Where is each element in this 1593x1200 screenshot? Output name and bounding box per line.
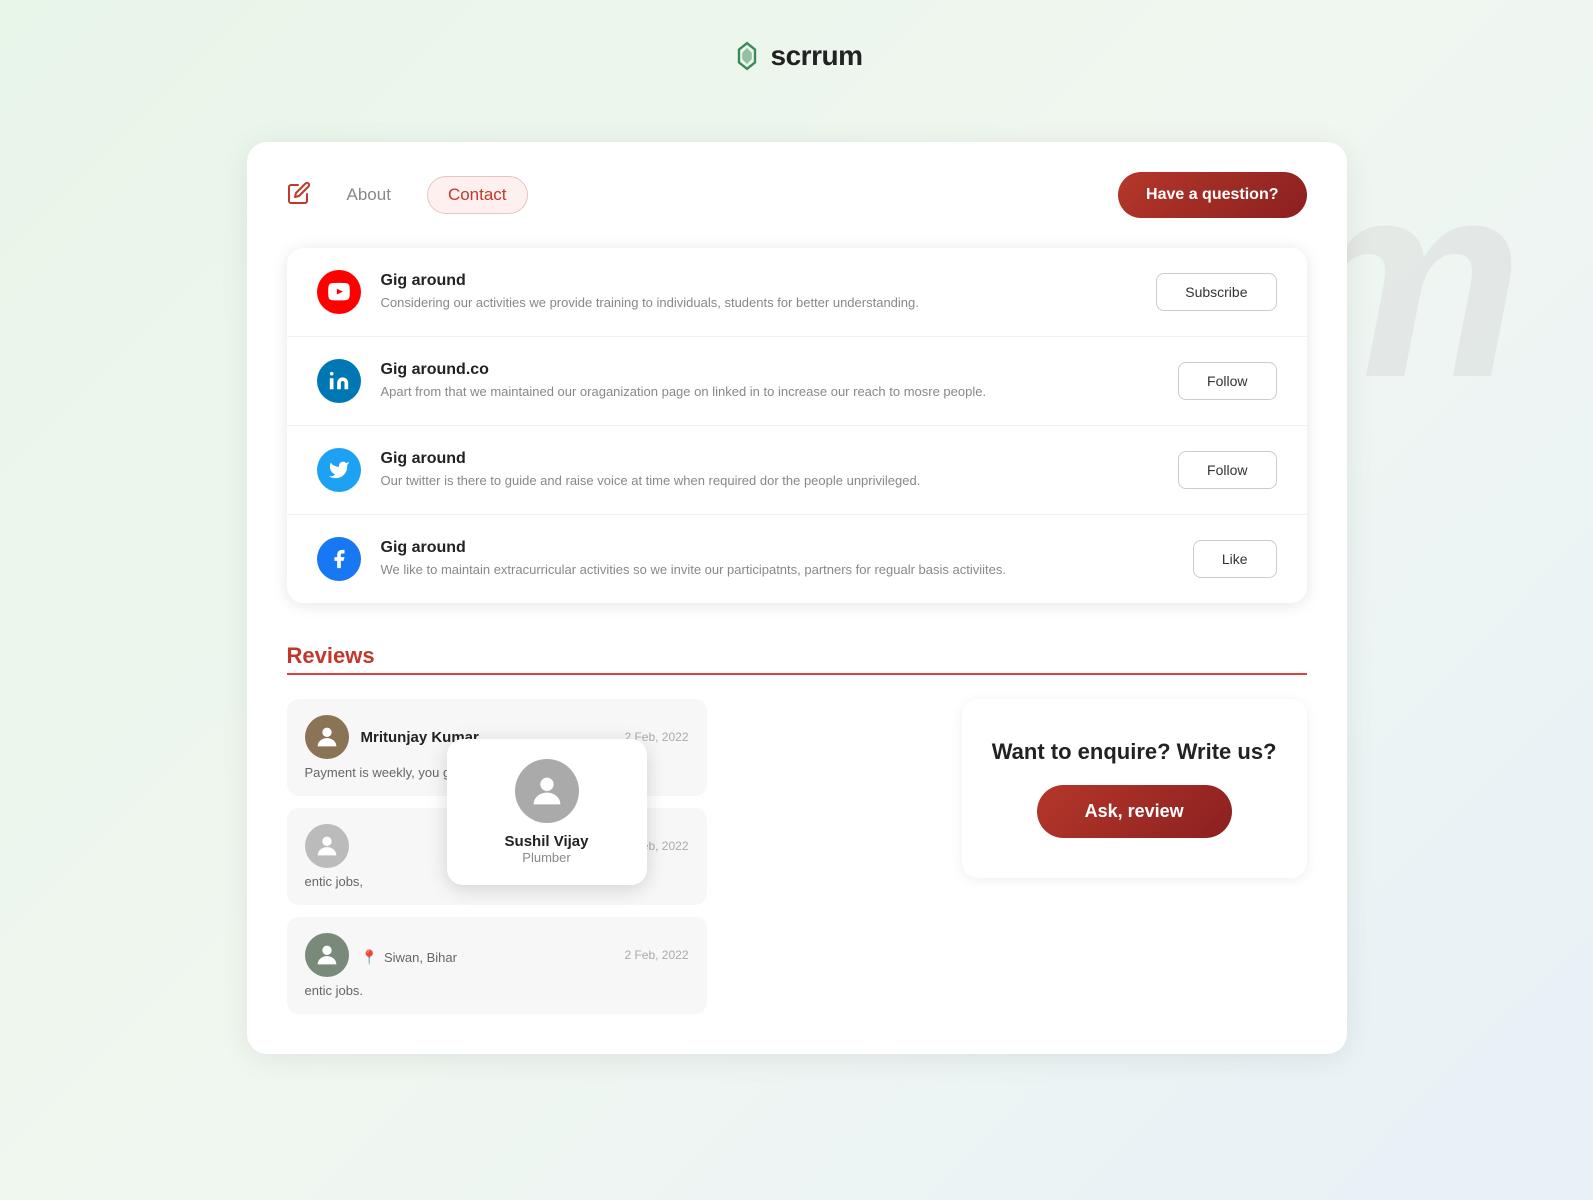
tabs-left: About Contact — [287, 176, 528, 214]
youtube-info: Gig around Considering our activities we… — [381, 272, 1137, 312]
reviews-section-inner: Reviews Mritunjay Kumar 2 Feb, 2022 Pa — [287, 643, 1307, 1014]
twitter-info: Gig around Our twitter is there to guide… — [381, 450, 1159, 490]
location-pin-icon: 📍 — [361, 949, 378, 966]
logo: scrrum — [731, 40, 863, 72]
facebook-icon — [317, 537, 361, 581]
popup-role: Plumber — [467, 850, 627, 865]
header: scrrum — [0, 0, 1593, 102]
facebook-name: Gig around — [381, 539, 1173, 557]
tab-about[interactable]: About — [327, 177, 411, 213]
facebook-info: Gig around We like to maintain extracurr… — [381, 539, 1173, 579]
ask-review-button[interactable]: Ask, review — [1037, 785, 1232, 838]
review-header-3: 📍 Siwan, Bihar 2 Feb, 2022 — [305, 933, 689, 977]
location-row: 📍 Siwan, Bihar — [361, 949, 613, 966]
twitter-name: Gig around — [381, 450, 1159, 468]
main-card: About Contact Have a question? Gig aroun… — [247, 142, 1347, 1054]
like-button[interactable]: Like — [1193, 540, 1277, 578]
reviewer-avatar-3 — [305, 933, 349, 977]
popup-name: Sushil Vijay — [467, 833, 627, 850]
reviews-divider — [287, 673, 1307, 675]
twitter-follow-button[interactable]: Follow — [1178, 451, 1276, 489]
social-item-linkedin: Gig around.co Apart from that we maintai… — [287, 337, 1307, 426]
linkedin-icon — [317, 359, 361, 403]
edit-icon[interactable] — [287, 181, 311, 210]
enquire-title: Want to enquire? Write us? — [992, 739, 1277, 765]
youtube-icon — [317, 270, 361, 314]
facebook-desc: We like to maintain extracurricular acti… — [381, 561, 1173, 579]
logo-text: scrrum — [771, 40, 863, 72]
reviewer-avatar-1 — [305, 715, 349, 759]
reviewer-avatar-2 — [305, 824, 349, 868]
logo-icon — [731, 40, 763, 72]
review-text-3: entic jobs. — [305, 983, 689, 998]
reviewer-info-3: 📍 Siwan, Bihar — [361, 945, 613, 966]
youtube-name: Gig around — [381, 272, 1137, 290]
have-question-button[interactable]: Have a question? — [1118, 172, 1306, 218]
reviews-title: Reviews — [287, 643, 1307, 669]
social-item-twitter: Gig around Our twitter is there to guide… — [287, 426, 1307, 515]
youtube-desc: Considering our activities we provide tr… — [381, 294, 1137, 312]
review-card-3: 📍 Siwan, Bihar 2 Feb, 2022 entic jobs. — [287, 917, 707, 1014]
popup-avatar — [515, 759, 579, 823]
tabs-row: About Contact Have a question? — [287, 172, 1307, 218]
linkedin-info: Gig around.co Apart from that we maintai… — [381, 361, 1159, 401]
review-cards-container: Mritunjay Kumar 2 Feb, 2022 Payment is w… — [287, 699, 1307, 1014]
twitter-desc: Our twitter is there to guide and raise … — [381, 472, 1159, 490]
linkedin-name: Gig around.co — [381, 361, 1159, 379]
tab-contact[interactable]: Contact — [427, 176, 528, 214]
social-card: Gig around Considering our activities we… — [287, 248, 1307, 603]
review-date-3: 2 Feb, 2022 — [624, 948, 688, 962]
subscribe-button[interactable]: Subscribe — [1156, 273, 1276, 311]
linkedin-desc: Apart from that we maintained our oragan… — [381, 383, 1159, 401]
popup-card: Sushil Vijay Plumber — [447, 739, 647, 885]
twitter-icon — [317, 448, 361, 492]
enquire-section: Want to enquire? Write us? Ask, review — [962, 699, 1307, 878]
social-item-youtube: Gig around Considering our activities we… — [287, 248, 1307, 337]
social-item-facebook: Gig around We like to maintain extracurr… — [287, 515, 1307, 603]
linkedin-follow-button[interactable]: Follow — [1178, 362, 1276, 400]
location-text: Siwan, Bihar — [384, 950, 457, 965]
